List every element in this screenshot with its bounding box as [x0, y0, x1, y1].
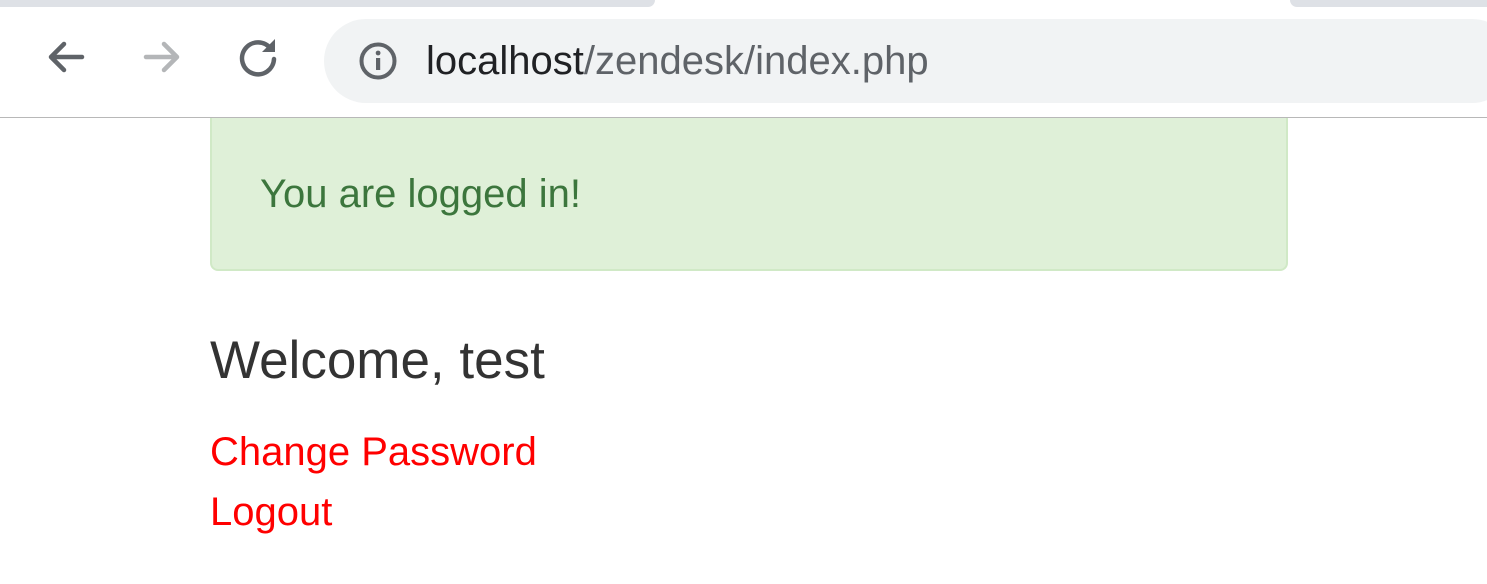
arrow-right-icon — [143, 41, 180, 73]
back-button[interactable] — [42, 33, 90, 81]
arrow-left-icon — [48, 41, 85, 73]
browser-toolbar: localhost/zendesk/index.php — [0, 7, 1487, 118]
inactive-tab-right[interactable] — [1290, 0, 1487, 7]
url-host: localhost — [426, 39, 584, 83]
logout-link[interactable]: Logout — [210, 490, 332, 535]
url-text[interactable]: localhost/zendesk/index.php — [426, 19, 929, 103]
change-password-link[interactable]: Change Password — [210, 430, 537, 475]
address-bar[interactable]: localhost/zendesk/index.php — [324, 19, 1487, 103]
inactive-tab-left[interactable] — [0, 0, 655, 7]
url-path: /zendesk/index.php — [583, 39, 929, 83]
reload-button[interactable] — [234, 33, 282, 81]
alert-message: You are logged in! — [260, 172, 582, 216]
success-alert: You are logged in! — [210, 118, 1288, 271]
welcome-heading: Welcome, test — [210, 331, 545, 390]
forward-button[interactable] — [138, 33, 186, 81]
tab-strip — [0, 0, 1487, 7]
reload-icon — [239, 39, 277, 77]
info-icon[interactable] — [358, 41, 398, 81]
